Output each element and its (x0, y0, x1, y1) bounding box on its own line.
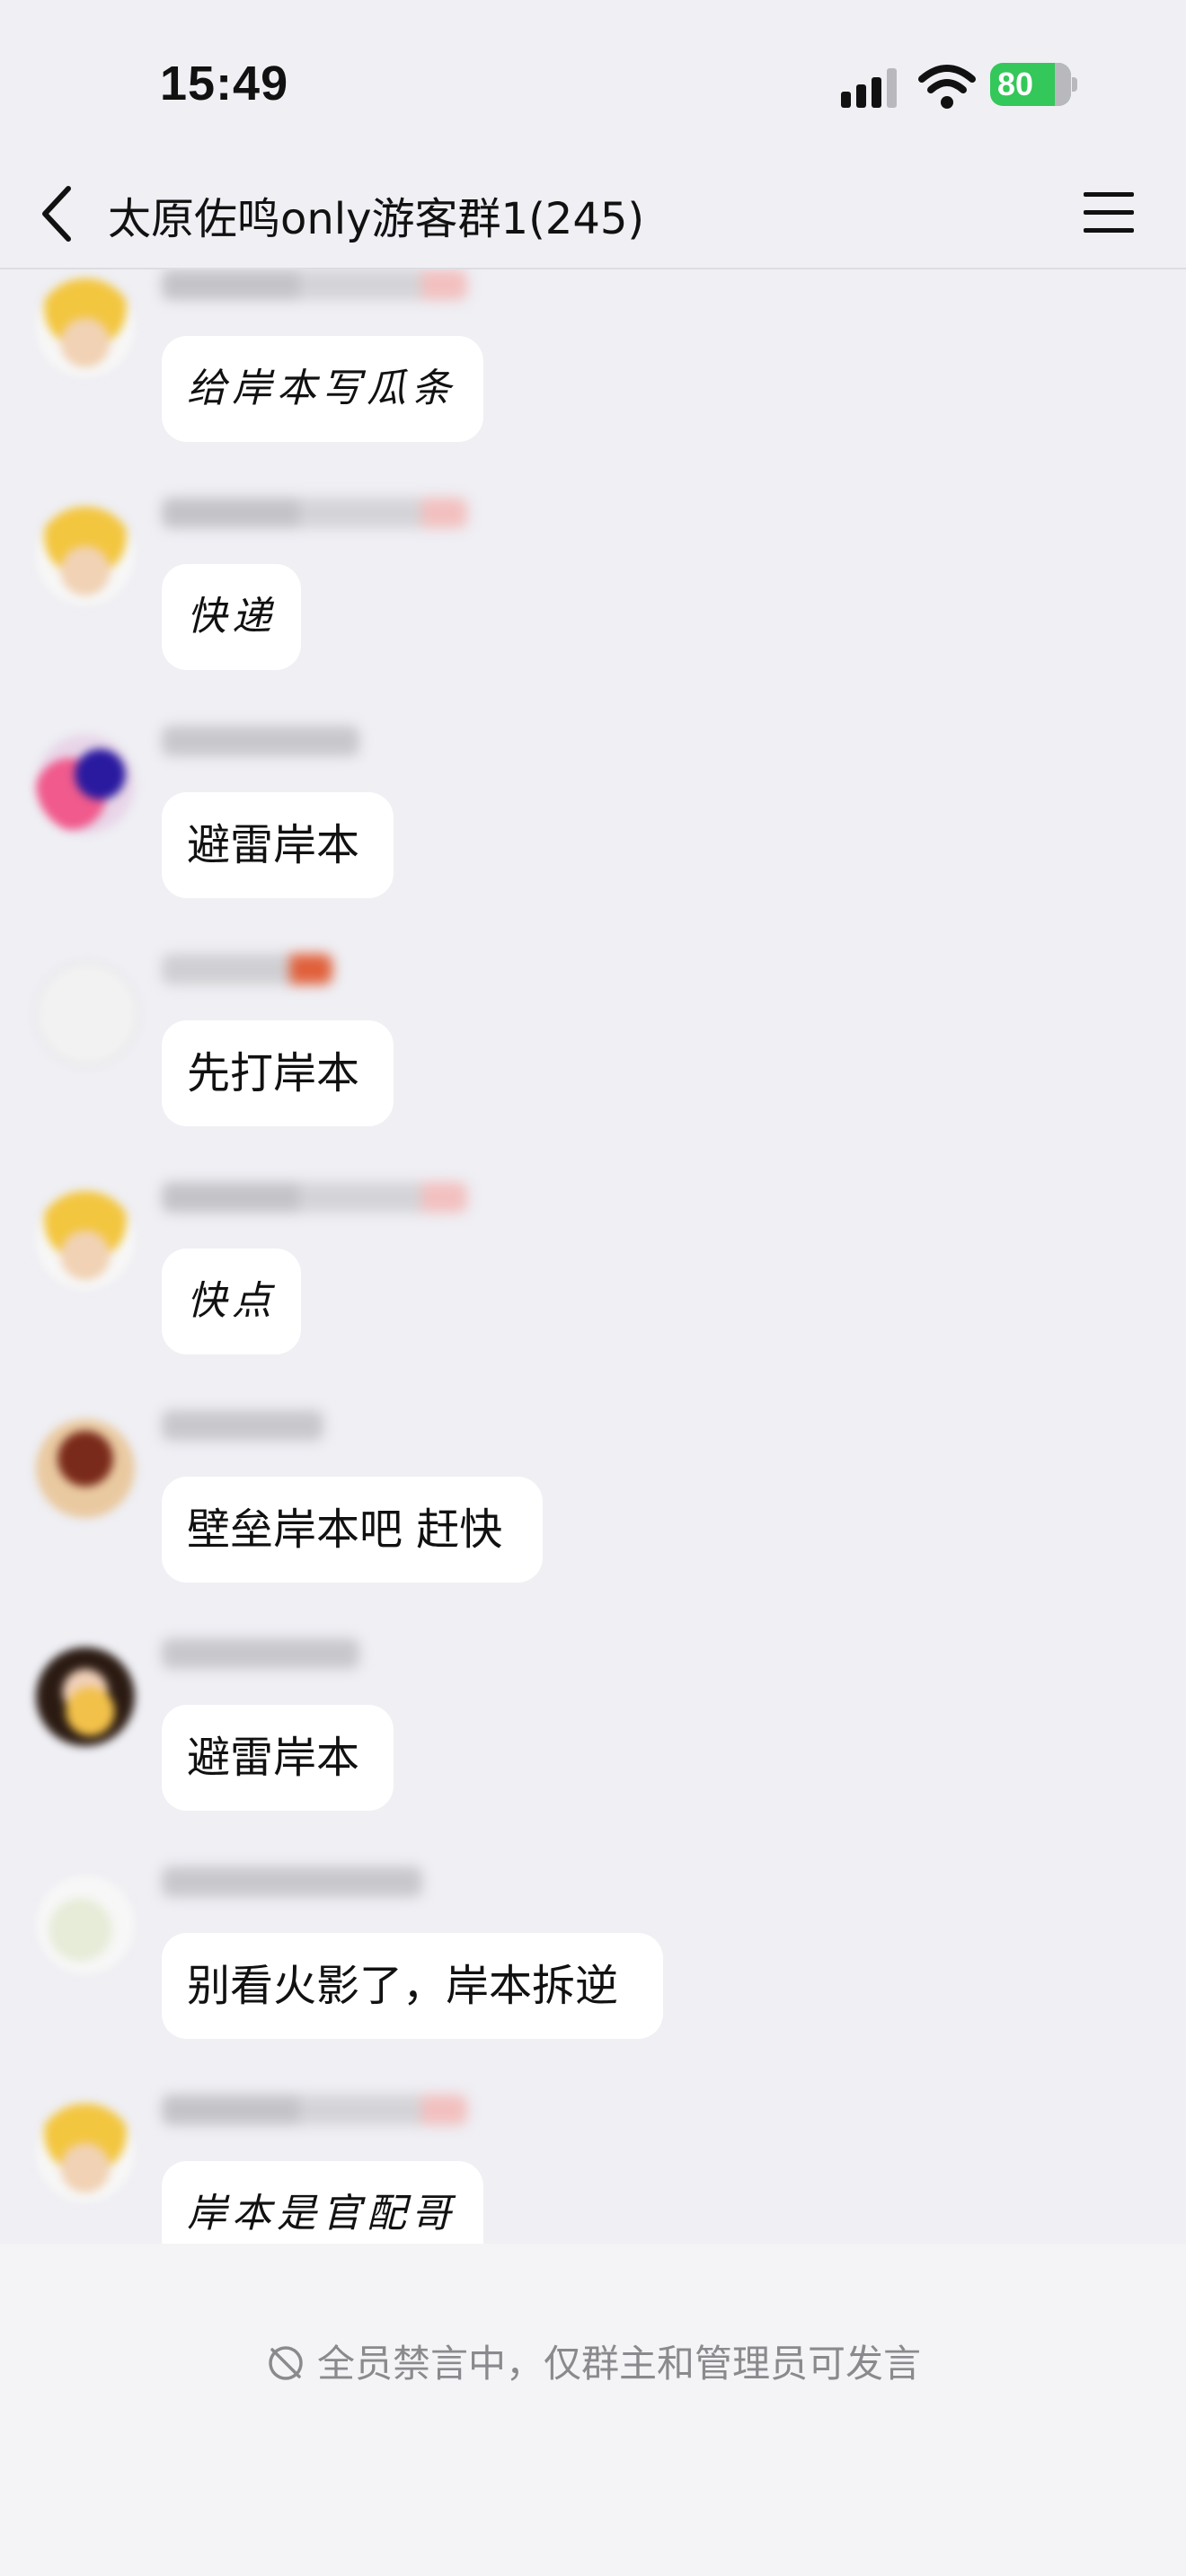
message-row: 先打岸本 (0, 954, 1186, 1178)
message-row: 快递 (0, 498, 1186, 722)
message-bubble[interactable]: 别看火影了，岸本拆逆 (162, 1933, 663, 2039)
sender-name-blurred (162, 1638, 359, 1669)
avatar[interactable] (36, 507, 135, 605)
menu-icon[interactable] (1075, 187, 1146, 241)
message-bubble[interactable]: 壁垒岸本吧 赶快 (162, 1477, 543, 1583)
group-title[interactable]: 太原佐鸣only游客群1(245) (108, 183, 644, 246)
cellular-signal-icon (841, 68, 897, 108)
message-row: 快点 (0, 1182, 1186, 1407)
message-row: 避雷岸本 (0, 1638, 1186, 1863)
avatar[interactable] (36, 1191, 135, 1290)
message-row: 避雷岸本 (0, 726, 1186, 950)
message-bubble[interactable]: 避雷岸本 (162, 1705, 394, 1811)
avatar[interactable] (36, 1647, 135, 1746)
avatar[interactable] (36, 278, 135, 377)
wifi-icon (918, 65, 976, 109)
message-row: 岸本是官配哥 (0, 2095, 1186, 2244)
avatar[interactable] (36, 2104, 135, 2202)
sender-name-blurred (162, 1182, 467, 1213)
sender-name-blurred (162, 2095, 467, 2125)
mute-notice-text: 全员禁言中，仅群主和管理员可发言 (316, 2342, 921, 2386)
avatar[interactable] (36, 1875, 135, 1974)
message-bubble[interactable]: 给岸本写瓜条 (162, 336, 483, 442)
sender-name-blurred (162, 1410, 323, 1441)
sender-name-blurred (162, 498, 467, 528)
sender-name-blurred (162, 269, 467, 300)
message-bubble[interactable]: 岸本是官配哥 (162, 2161, 483, 2244)
input-area-muted: 全员禁言中，仅群主和管理员可发言 (0, 2244, 1186, 2576)
sender-name-blurred (162, 726, 359, 756)
message-bubble[interactable]: 避雷岸本 (162, 792, 394, 898)
battery-level: 80 (997, 66, 1034, 102)
avatar[interactable] (36, 1419, 135, 1518)
message-row: 别看火影了，岸本拆逆 (0, 1866, 1186, 2091)
message-row: 壁垒岸本吧 赶快 (0, 1410, 1186, 1635)
sender-name-blurred (162, 954, 332, 984)
message-row: 给岸本写瓜条 (0, 269, 1186, 494)
sender-name-blurred (162, 1866, 422, 1897)
message-bubble[interactable]: 快递 (162, 564, 301, 670)
status-bar: 15:49 80 (0, 0, 1186, 160)
status-time: 15:49 (160, 57, 289, 110)
chat-message-list[interactable]: 给岸本写瓜条 快递 避雷岸本 先打岸本 快点 壁垒岸本吧 赶快 避雷岸本 别看火… (0, 269, 1186, 2244)
message-bubble[interactable]: 先打岸本 (162, 1020, 394, 1126)
muted-icon (269, 2346, 303, 2380)
battery-icon: 80 (990, 63, 1071, 106)
battery-tip (1072, 77, 1077, 92)
back-arrow-icon[interactable] (31, 181, 93, 246)
message-bubble[interactable]: 快点 (162, 1248, 301, 1354)
avatar[interactable] (36, 735, 135, 834)
chat-header: 太原佐鸣only游客群1(245) (0, 160, 1186, 269)
mute-notice: 全员禁言中，仅群主和管理员可发言 (0, 2333, 1186, 2388)
avatar[interactable] (36, 963, 138, 1065)
